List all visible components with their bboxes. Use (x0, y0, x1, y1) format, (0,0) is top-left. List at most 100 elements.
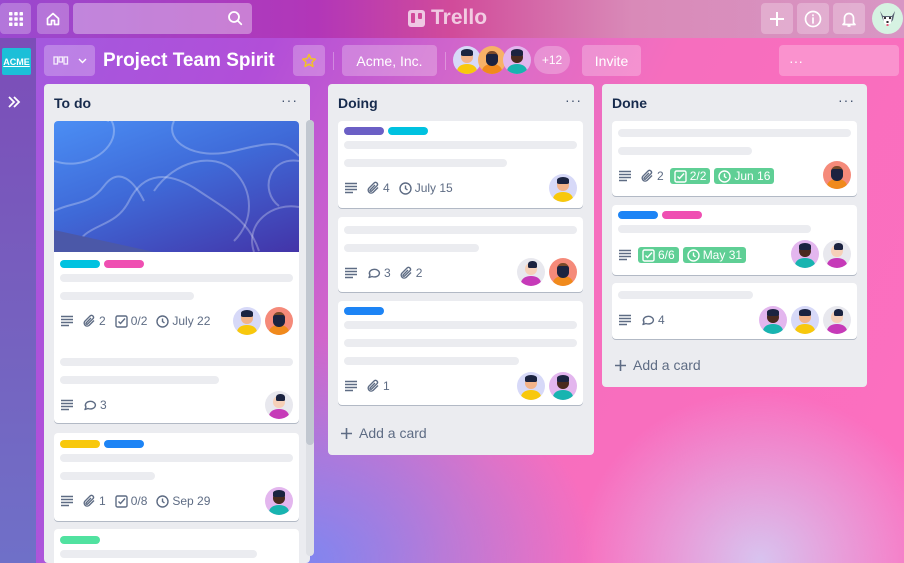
card[interactable]: 2 0/2 July 22 (54, 121, 299, 365)
workspace-button[interactable]: Acme, Inc. (342, 45, 437, 76)
card-title-placeholder (618, 129, 851, 137)
comment-icon (368, 268, 381, 278)
card-label-green (60, 536, 100, 544)
member-avatar[interactable] (549, 174, 577, 202)
plus-icon (615, 359, 626, 371)
member-avatar[interactable] (823, 240, 851, 268)
list-menu-button[interactable]: ··· (281, 92, 298, 108)
member-avatar[interactable] (549, 372, 577, 400)
checklist-badge: 0/2 (114, 314, 147, 328)
expand-sidebar-button[interactable] (7, 95, 21, 109)
star-board-button[interactable] (293, 45, 325, 76)
card-title-placeholder (344, 159, 507, 167)
card-label-blue (104, 440, 144, 448)
paperclip-icon (400, 266, 412, 279)
list-menu-button[interactable]: ··· (565, 92, 582, 108)
notifications-button[interactable] (833, 3, 865, 34)
member-avatar[interactable] (759, 306, 787, 334)
list-menu-button[interactable]: ··· (838, 92, 855, 108)
list-to-do: To do ··· 2 0/2 July 22 3 1 0/8 Sep 29 (44, 84, 310, 563)
list-title[interactable]: Done (612, 95, 647, 111)
card[interactable]: 4 (612, 283, 857, 339)
checkbox-icon (642, 248, 655, 262)
scrollbar-thumb[interactable] (306, 120, 314, 445)
clock-icon (718, 169, 732, 183)
description-icon (345, 182, 357, 194)
member-avatar[interactable] (517, 372, 545, 400)
due-date-complete-badge: May 31 (682, 247, 747, 263)
plus-icon (341, 427, 352, 439)
card-members (517, 372, 577, 400)
card[interactable]: 6/6 May 31 (612, 205, 857, 275)
due-date-badge: Sep 29 (156, 494, 210, 508)
member-avatar[interactable] (265, 487, 293, 515)
comments-badge: 3 (83, 398, 107, 412)
header-divider (445, 52, 446, 70)
board-view-icon (52, 55, 68, 65)
chevron-down-icon (78, 58, 86, 63)
create-button[interactable] (761, 3, 793, 34)
card[interactable]: 1 0/8 Sep 29 (54, 433, 299, 521)
member-avatar[interactable] (791, 306, 819, 334)
apps-button[interactable] (0, 3, 31, 34)
member-avatar[interactable] (265, 391, 293, 419)
member-avatar[interactable] (549, 258, 577, 286)
invite-button[interactable]: Invite (582, 45, 641, 76)
card[interactable]: 2 2/2 Jun 16 (612, 121, 857, 196)
add-card-button[interactable]: Add a card (614, 357, 701, 373)
card[interactable]: 3 (54, 349, 299, 423)
member-avatar[interactable] (517, 258, 545, 286)
member-avatar[interactable] (478, 46, 506, 74)
checklist-badge: 0/8 (114, 494, 147, 508)
paperclip-icon (367, 181, 379, 194)
list-title[interactable]: To do (54, 95, 91, 111)
checkbox-icon (673, 169, 687, 183)
profile-avatar[interactable] (872, 3, 903, 34)
paperclip-icon (83, 494, 95, 507)
card-label-cyan (60, 260, 100, 268)
card-label-purple (344, 127, 384, 135)
card-badges: 6/6 May 31 (618, 247, 747, 263)
member-avatar[interactable] (265, 307, 293, 335)
card-label-cyan (388, 127, 428, 135)
search-input[interactable] (73, 3, 252, 34)
card-badges: 3 2 (344, 266, 422, 280)
board-view-switcher[interactable] (44, 45, 95, 76)
member-count-badge[interactable]: +12 (534, 46, 570, 74)
card[interactable] (54, 529, 299, 563)
grid-icon (8, 11, 23, 26)
member-avatar[interactable] (823, 161, 851, 189)
board-menu-button[interactable]: ··· (779, 45, 899, 76)
workspace-logo[interactable]: ACME (2, 48, 31, 75)
card-badges: 4 (618, 313, 665, 327)
card[interactable]: 3 2 (338, 217, 583, 292)
due-date-complete-badge: Jun 16 (714, 168, 775, 184)
description-icon (61, 399, 73, 411)
trello-logo[interactable]: Trello (408, 6, 487, 30)
home-button[interactable] (37, 3, 69, 34)
card-title-placeholder (618, 147, 752, 155)
card-badges: 3 (60, 398, 107, 412)
member-avatar[interactable] (791, 240, 819, 268)
card-members (549, 174, 577, 202)
description-icon (345, 267, 357, 279)
card[interactable]: 4 July 15 (338, 121, 583, 208)
card-cover-image (54, 121, 299, 252)
member-avatar[interactable] (503, 46, 531, 74)
member-avatar[interactable] (823, 306, 851, 334)
member-avatar[interactable] (233, 307, 261, 335)
description-icon (619, 249, 631, 261)
member-avatar[interactable] (453, 46, 481, 74)
search-icon (228, 11, 243, 26)
add-card-button[interactable]: Add a card (340, 425, 427, 441)
info-button[interactable] (797, 3, 829, 34)
list-scrollbar[interactable] (306, 120, 314, 556)
list-title[interactable]: Doing (338, 95, 378, 111)
star-icon (301, 53, 317, 67)
logo-text: Trello (431, 6, 488, 29)
card-label-blue (618, 211, 658, 219)
board-title[interactable]: Project Team Spirit (103, 50, 275, 72)
card[interactable]: 1 (338, 301, 583, 405)
checklist-complete-badge: 6/6 (638, 247, 679, 263)
clock-icon (686, 248, 700, 262)
